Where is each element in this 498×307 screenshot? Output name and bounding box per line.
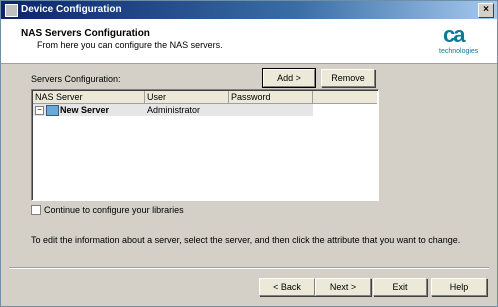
remove-button[interactable]: Remove <box>321 69 375 87</box>
column-user[interactable]: User <box>145 91 229 103</box>
servers-configuration-label: Servers Configuration: <box>31 74 121 84</box>
column-nas-server[interactable]: NAS Server <box>33 91 145 103</box>
window-title: Device Configuration <box>21 4 122 15</box>
back-button[interactable]: < Back <box>259 278 315 296</box>
continue-checkbox[interactable] <box>31 205 41 215</box>
user-cell[interactable]: Administrator <box>147 104 200 116</box>
server-name-cell[interactable]: New Server <box>60 104 109 116</box>
help-button[interactable]: Help <box>431 278 487 296</box>
table-row[interactable]: − New Server Administrator <box>33 104 313 116</box>
app-icon <box>5 4 18 17</box>
logo-brand: ca <box>443 22 466 47</box>
logo-tagline: technologies <box>439 48 479 55</box>
table-header: NAS Server User Password <box>33 91 377 104</box>
title-bar: Device Configuration × <box>1 1 497 19</box>
continue-checkbox-label[interactable]: Continue to configure your libraries <box>44 205 184 215</box>
page-title: NAS Servers Configuration <box>21 28 150 39</box>
exit-button[interactable]: Exit <box>373 278 427 296</box>
close-icon[interactable]: × <box>478 3 494 18</box>
next-button[interactable]: Next > <box>315 278 371 296</box>
minus-box-icon[interactable]: − <box>35 106 44 115</box>
header-panel: NAS Servers Configuration From here you … <box>1 19 497 64</box>
info-text: To edit the information about a server, … <box>31 235 461 245</box>
add-button[interactable]: Add > <box>262 68 316 88</box>
page-subtitle: From here you can configure the NAS serv… <box>37 40 223 50</box>
column-password[interactable]: Password <box>229 91 313 103</box>
device-configuration-window: Device Configuration × NAS Servers Confi… <box>0 0 498 307</box>
server-icon <box>46 105 59 116</box>
servers-table[interactable]: NAS Server User Password − New Server Ad… <box>31 89 379 201</box>
ca-logo-icon: ca technologies <box>437 22 483 60</box>
footer-divider <box>9 267 489 269</box>
